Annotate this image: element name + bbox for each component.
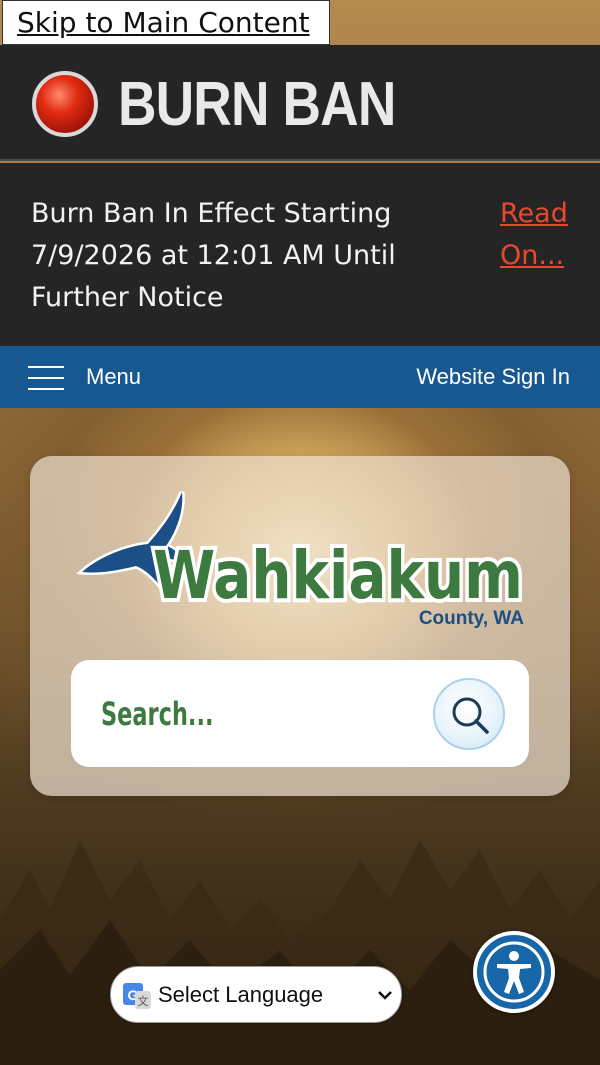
google-translate-icon: G 文 <box>123 983 151 1009</box>
search-card: Wahkiakum County, WA <box>30 456 570 796</box>
accessibility-icon <box>483 941 545 1003</box>
alert-message: Burn Ban In Effect Starting 7/9/2026 at … <box>31 198 396 313</box>
search-input[interactable] <box>101 688 351 740</box>
alert-light-icon <box>32 71 98 137</box>
search-button[interactable] <box>433 678 505 750</box>
logo-sub: County, WA <box>419 608 524 629</box>
search-box <box>71 660 529 767</box>
chevron-down-icon <box>378 991 392 1000</box>
read-on-link[interactable]: Read On... <box>500 193 590 277</box>
burn-ban-alert: Burn Ban In Effect Starting 7/9/2026 at … <box>0 163 600 346</box>
hamburger-menu-icon[interactable] <box>28 366 64 390</box>
menu-button[interactable]: Menu <box>86 363 141 391</box>
county-logo[interactable]: Wahkiakum County, WA <box>70 484 530 634</box>
language-select-label: Select Language <box>158 982 324 1007</box>
language-select[interactable]: G 文 Select Language <box>110 966 402 1023</box>
navigation-bar: Menu Website Sign In <box>0 346 600 408</box>
accessibility-button[interactable] <box>473 931 555 1013</box>
svg-text:文: 文 <box>138 994 149 1008</box>
burn-ban-header: BURN BAN <box>0 45 600 161</box>
logo-name: Wahkiakum <box>153 537 523 614</box>
search-icon <box>452 697 489 734</box>
skip-to-main-content-link[interactable]: Skip to Main Content <box>2 0 330 45</box>
burn-ban-title: BURN BAN <box>118 70 396 139</box>
website-sign-in-link[interactable]: Website Sign In <box>416 363 570 391</box>
